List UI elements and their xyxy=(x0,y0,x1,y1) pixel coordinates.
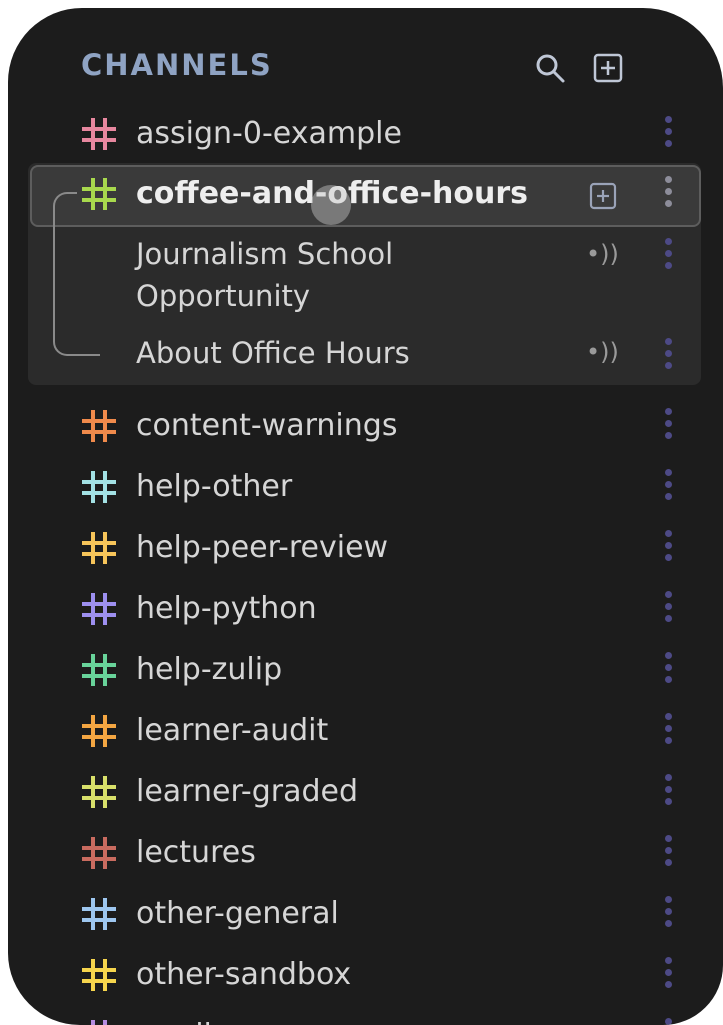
channel-row-assign-0-example[interactable]: assign-0-example xyxy=(8,104,723,164)
channel-row-lectures[interactable]: lectures xyxy=(8,823,723,883)
channel-row-help-peer-review[interactable]: help-peer-review xyxy=(8,518,723,578)
channel-row-reading[interactable]: reading xyxy=(8,1006,723,1025)
topic-journalism-school-opportunity[interactable]: Journalism School Opportunity xyxy=(136,233,546,317)
more-options-icon[interactable] xyxy=(662,238,674,278)
channel-name: reading xyxy=(136,1018,250,1025)
new-topic-icon[interactable] xyxy=(589,182,617,214)
topic-audible-icon[interactable]: •)) xyxy=(586,338,619,366)
more-options-icon[interactable] xyxy=(662,408,674,448)
more-options-icon[interactable] xyxy=(662,469,674,509)
channel-name: other-sandbox xyxy=(136,957,352,992)
more-options-icon[interactable] xyxy=(662,835,674,875)
hash-icon xyxy=(81,957,117,993)
more-options-icon[interactable] xyxy=(662,530,674,570)
channel-name: assign-0-example xyxy=(136,116,402,151)
hash-icon xyxy=(81,116,117,152)
hash-icon xyxy=(81,469,117,505)
hash-icon xyxy=(81,835,117,871)
hash-icon-svg xyxy=(82,118,116,150)
more-options-icon[interactable] xyxy=(662,116,674,156)
more-options-icon[interactable] xyxy=(662,591,674,631)
channels-title: CHANNELS xyxy=(81,48,273,82)
channel-name: learner-graded xyxy=(136,774,358,809)
hash-icon xyxy=(81,652,117,688)
hash-icon xyxy=(81,176,117,212)
channel-row-learner-graded[interactable]: learner-graded xyxy=(8,762,723,822)
channel-row-help-python[interactable]: help-python xyxy=(8,579,723,639)
channel-name: content-warnings xyxy=(136,408,398,443)
channel-name: help-python xyxy=(136,591,317,626)
channel-row-help-other[interactable]: help-other xyxy=(8,457,723,517)
more-options-icon[interactable] xyxy=(662,1018,674,1025)
hash-icon xyxy=(81,591,117,627)
channel-name: help-peer-review xyxy=(136,530,389,565)
more-options-icon[interactable] xyxy=(662,176,674,216)
channels-panel: CHANNELS assign-0-example coffee-and-off… xyxy=(8,8,723,1025)
channel-name: learner-audit xyxy=(136,713,329,748)
channel-row-help-zulip[interactable]: help-zulip xyxy=(8,640,723,700)
more-options-icon[interactable] xyxy=(662,896,674,936)
channels-header: CHANNELS xyxy=(8,8,723,118)
more-options-icon[interactable] xyxy=(662,774,674,814)
hash-icon xyxy=(81,896,117,932)
channel-name: lectures xyxy=(136,835,256,870)
more-options-icon[interactable] xyxy=(662,652,674,692)
hash-icon xyxy=(81,713,117,749)
channel-row-learner-audit[interactable]: learner-audit xyxy=(8,701,723,761)
more-options-icon[interactable] xyxy=(662,713,674,753)
channel-row-other-sandbox[interactable]: other-sandbox xyxy=(8,945,723,1005)
channel-name: help-zulip xyxy=(136,652,283,687)
topic-about-office-hours[interactable]: About Office Hours xyxy=(136,332,546,374)
search-icon[interactable] xyxy=(534,52,566,84)
channel-row-other-general[interactable]: other-general xyxy=(8,884,723,944)
topic-tree-line xyxy=(53,208,100,356)
hash-icon xyxy=(81,1018,117,1025)
topic-audible-icon[interactable]: •)) xyxy=(586,240,619,268)
add-channel-icon[interactable] xyxy=(592,52,624,84)
channel-row-content-warnings[interactable]: content-warnings xyxy=(8,396,723,456)
more-options-icon[interactable] xyxy=(662,957,674,997)
touch-indicator xyxy=(311,185,351,225)
channel-name: help-other xyxy=(136,469,293,504)
more-options-icon[interactable] xyxy=(662,338,674,378)
hash-icon xyxy=(81,774,117,810)
hash-icon xyxy=(81,408,117,444)
channel-name: other-general xyxy=(136,896,339,931)
hash-icon xyxy=(81,530,117,566)
